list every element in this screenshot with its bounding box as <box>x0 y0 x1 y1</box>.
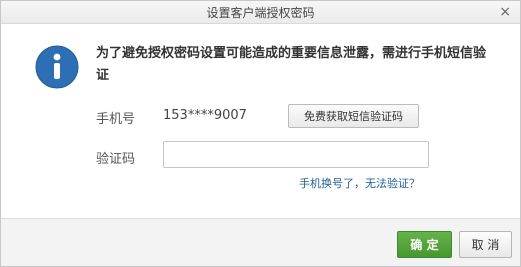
verification-code-input[interactable] <box>163 141 429 168</box>
phone-number-value: 153****9007 <box>163 108 247 123</box>
code-label: 验证码 <box>96 152 136 167</box>
cancel-button[interactable]: 取 消 <box>459 231 512 258</box>
dialog-title: 设置客户端授权密码 <box>206 6 315 20</box>
phone-changed-link[interactable]: 手机换号了，无法验证？ <box>299 175 420 191</box>
authorization-password-dialog: 设置客户端授权密码 × 为了避免授权密码设置可能造成的重要信息泄露，需进行手机短… <box>0 0 521 267</box>
verification-message: 为了避免授权密码设置可能造成的重要信息泄露，需进行手机短信验证 <box>96 46 487 83</box>
phone-label: 手机号 <box>96 112 136 127</box>
confirm-button[interactable]: 确 定 <box>397 231 452 258</box>
info-icon <box>35 45 79 89</box>
close-icon[interactable]: × <box>499 4 511 20</box>
send-sms-code-button[interactable]: 免费获取短信验证码 <box>288 104 419 128</box>
dialog-titlebar: 设置客户端授权密码 × <box>1 1 520 24</box>
dialog-footer: 确 定 取 消 <box>1 218 520 266</box>
